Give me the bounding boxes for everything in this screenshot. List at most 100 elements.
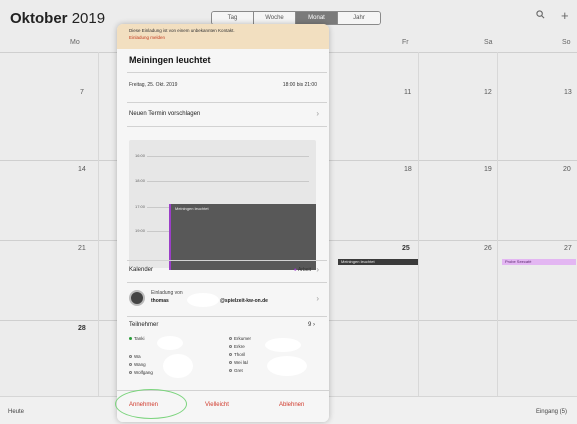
divider (127, 126, 327, 127)
unknown-contact-banner: Diese Einladung ist von einem unbekannte… (117, 24, 329, 49)
redaction-blob (163, 354, 193, 378)
maybe-button[interactable]: Vielleicht (205, 402, 229, 408)
attendee-name: Gret (234, 368, 243, 373)
attendee-name: Thoril (234, 352, 246, 357)
banner-text: Diese Einladung ist von einem unbekannte… (129, 28, 235, 33)
invited-by-label: Einladung von (151, 290, 183, 296)
attendees-label: Teilnehmer (129, 322, 159, 328)
date-cell[interactable]: 28 (78, 325, 86, 332)
preview-event-label: Meiningen leuchtet (175, 206, 209, 211)
divider (127, 316, 327, 317)
view-month-button[interactable]: Monat (296, 12, 338, 24)
event-time: 18:00 bis 21:00 (282, 82, 317, 88)
pending-icon (129, 363, 132, 367)
divider (127, 72, 327, 73)
month-name: Oktober (10, 10, 68, 27)
view-week-button[interactable]: Woche (254, 12, 296, 24)
attendee: Wa (129, 354, 141, 359)
date-cell[interactable]: 26 (484, 245, 492, 252)
plus-icon[interactable]: + (561, 8, 569, 23)
date-cell[interactable]: 19 (484, 166, 492, 173)
attendee: Wolfgang (129, 370, 153, 375)
time-label: 19:00 (135, 228, 146, 233)
date-cell[interactable]: 27 (564, 245, 572, 252)
grid-line (98, 52, 99, 396)
weekday-fr: Fr (402, 39, 409, 46)
decline-button[interactable]: Ablehnen (279, 402, 304, 408)
weekday-mo: Mo (70, 39, 80, 46)
attendee: Wang (129, 362, 146, 367)
grid-line (497, 52, 498, 396)
attendees-count[interactable]: 9 › (308, 322, 315, 328)
pending-icon (229, 361, 232, 365)
event-popover: Diese Einladung ist von einem unbekannte… (117, 24, 329, 422)
redaction-blob (267, 356, 307, 376)
today-button[interactable]: Heute (8, 409, 24, 415)
attendee-name: Tanki (134, 336, 145, 341)
attendee: Wei l&l (229, 360, 248, 365)
search-icon[interactable] (536, 10, 545, 22)
calendar-label: Kalender (129, 267, 154, 273)
date-cell[interactable]: 21 (78, 245, 86, 252)
time-label: 16:00 (135, 153, 146, 158)
attendee-name: Wang (134, 362, 146, 367)
divider (127, 282, 327, 283)
date-cell[interactable]: 25 (402, 245, 410, 252)
pending-icon (229, 337, 232, 341)
attendee-name: Erkre (234, 344, 245, 349)
event-date: Freitag, 25. Okt. 2019 (129, 82, 178, 88)
attendee: Erkre (229, 344, 245, 349)
time-label: 18:00 (135, 178, 146, 183)
attendees-count-value: 9 (307, 322, 312, 328)
pending-icon (229, 345, 232, 349)
avatar (129, 290, 145, 306)
date-cell[interactable]: 11 (404, 89, 411, 96)
hour-line (147, 156, 309, 157)
view-year-button[interactable]: Jahr (338, 12, 380, 24)
view-switcher: Tag Woche Monat Jahr (211, 11, 381, 25)
attendee: Thoril (229, 352, 245, 357)
calendar-event[interactable]: Meiningen leuchtet (338, 259, 418, 265)
pending-icon (229, 353, 232, 357)
attendee: Gret (229, 368, 243, 373)
inbox-button[interactable]: Eingang (5) (536, 409, 567, 415)
calendar-selector[interactable]: ● Arbeit (294, 267, 311, 273)
event-title: Meiningen leuchtet (129, 55, 211, 65)
date-cell[interactable]: 13 (564, 89, 572, 96)
redaction-blob (265, 338, 301, 352)
date-cell[interactable]: 14 (78, 166, 86, 173)
month-title: Oktober 2019 (10, 10, 105, 27)
attendee-name: Wolfgang (134, 370, 153, 375)
date-cell[interactable]: 20 (563, 166, 571, 173)
calendar-value: Arbeit (297, 267, 311, 273)
pending-icon (229, 369, 232, 373)
highlight-circle (115, 389, 187, 419)
date-cell[interactable]: 18 (404, 166, 412, 173)
hour-line (147, 181, 309, 182)
organizer-email: @spielzeit-kw-on.de (220, 298, 268, 304)
pending-icon (129, 371, 132, 375)
view-day-button[interactable]: Tag (212, 12, 254, 24)
divider (127, 260, 327, 261)
report-invitation-link[interactable]: Einladung melden (129, 35, 317, 40)
attendee-name: Erkumer (234, 336, 252, 341)
day-preview: 16:00 18:00 17:00 19:00 Meiningen leucht… (129, 140, 316, 270)
date-cell[interactable]: 12 (484, 89, 492, 96)
time-label: 17:00 (135, 204, 146, 209)
redaction-blob (157, 336, 183, 350)
calendar-event[interactable]: Probe Seecafé (502, 259, 576, 265)
chevron-right-icon[interactable]: › (316, 294, 319, 303)
pending-icon (129, 355, 132, 359)
chevron-right-icon: › (316, 109, 319, 118)
attendee: Erkumer (229, 336, 251, 341)
grid-line (418, 52, 419, 396)
attendee-name: Wa (134, 354, 141, 359)
accepted-icon (129, 337, 132, 341)
propose-new-time-button[interactable]: Neuen Termin vorschlagen (129, 111, 200, 117)
calendar-color-dot: ● (293, 267, 297, 273)
attendee-name: Wei l&l (234, 360, 248, 365)
divider (127, 102, 327, 103)
attendee: Tanki (129, 336, 145, 341)
redaction-blob (187, 293, 219, 307)
date-cell[interactable]: 7 (80, 89, 84, 96)
